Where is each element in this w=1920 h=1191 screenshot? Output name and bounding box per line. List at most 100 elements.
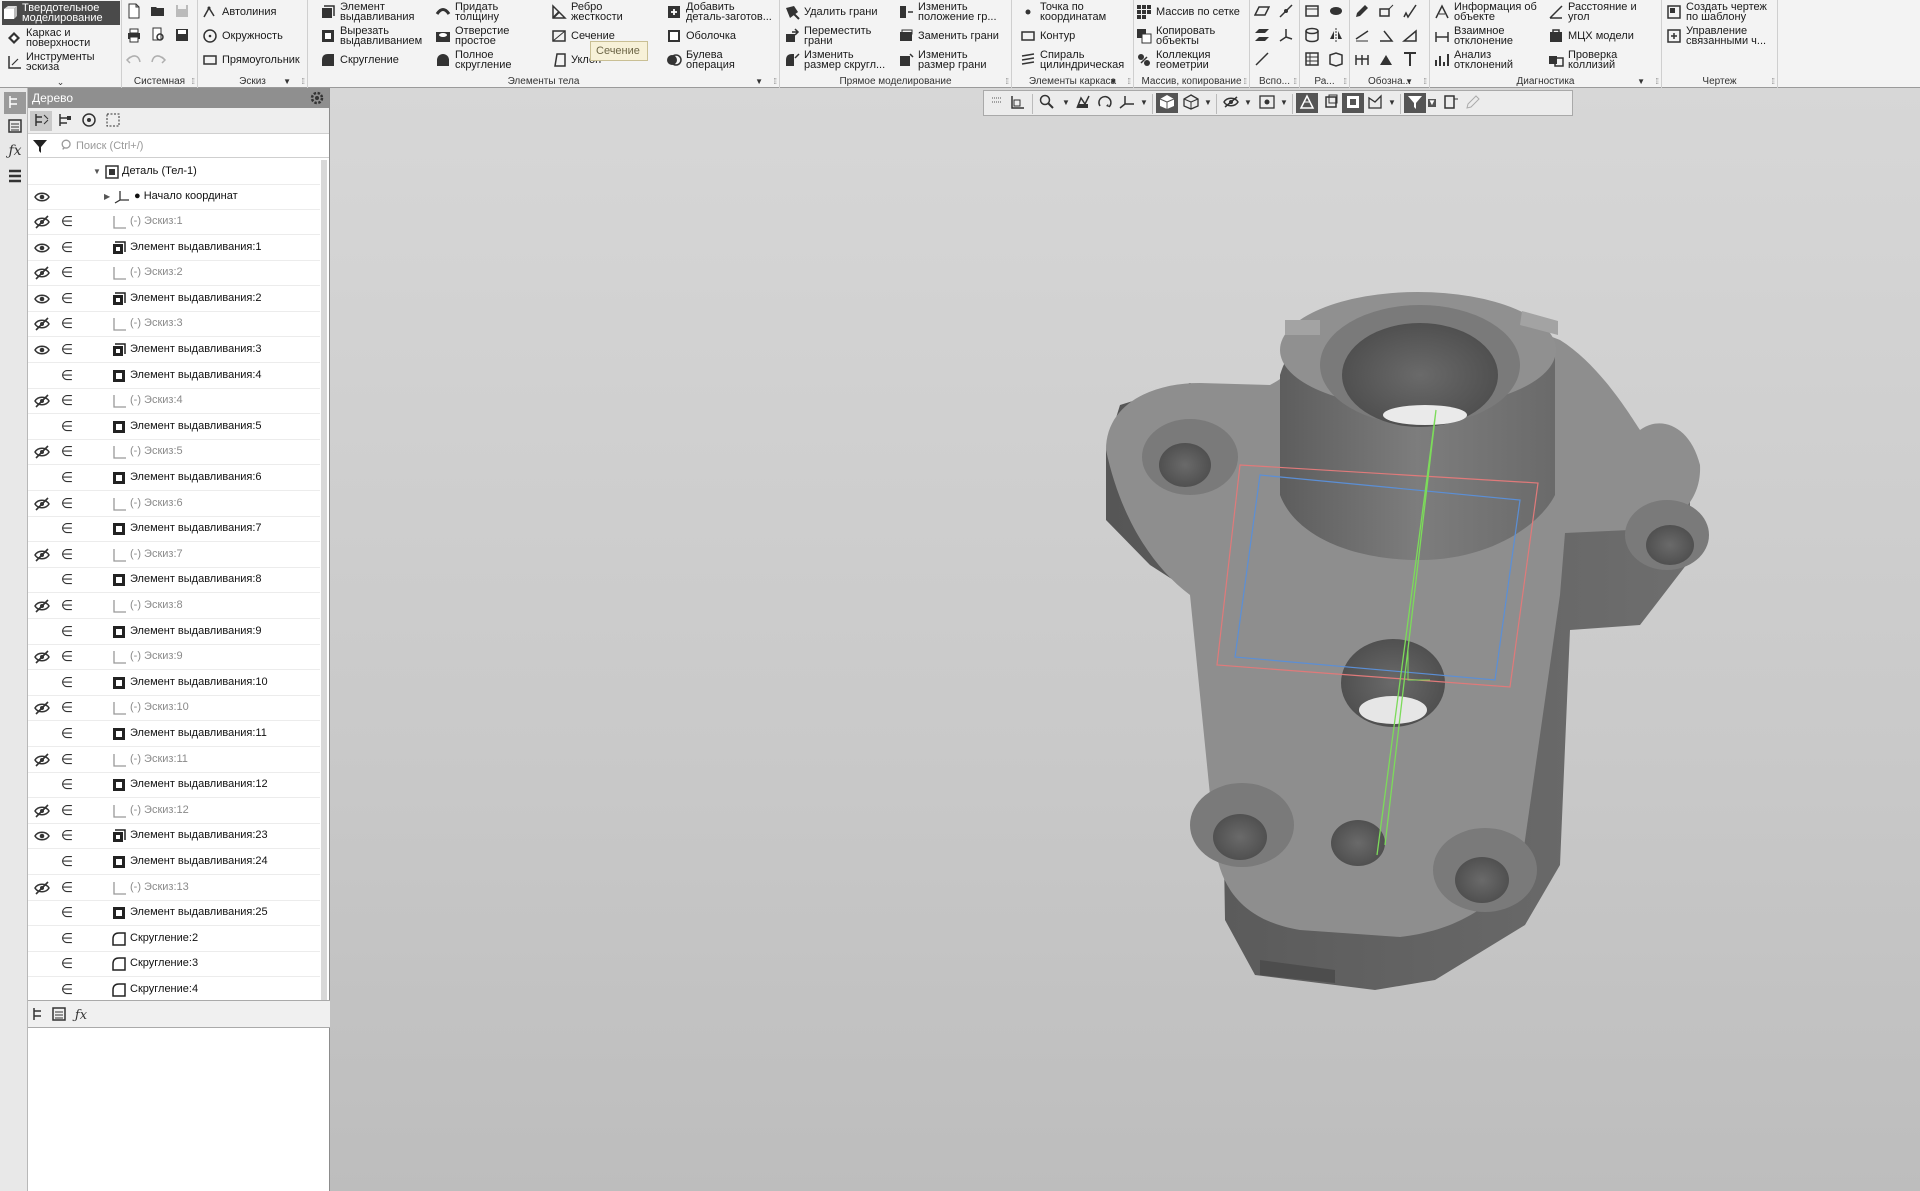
include-element-icon[interactable]: ∈ (60, 240, 74, 256)
include-element-icon[interactable]: ∈ (60, 854, 74, 870)
ra-sketch-button[interactable] (1302, 2, 1322, 22)
tree-item-row[interactable]: ∈ Элемент выдавливания:6 (28, 466, 320, 491)
tree-filter-button[interactable] (102, 111, 124, 131)
save-as-button[interactable] (172, 26, 192, 46)
tree-item-row[interactable]: ∈ Элемент выдавливания:10 (28, 671, 320, 696)
zoom-button[interactable] (1036, 93, 1058, 113)
tree-panel-toggle[interactable] (4, 92, 26, 114)
include-element-icon[interactable]: ∈ (60, 393, 74, 409)
notation-slope-button[interactable] (1400, 26, 1420, 46)
redo-button[interactable] (148, 50, 168, 70)
ra-cylinder-button[interactable] (1302, 26, 1322, 46)
eye-hidden-icon[interactable] (34, 599, 50, 613)
delete-faces-button[interactable]: Удалить грани (784, 0, 878, 24)
tree-search-input[interactable] (76, 136, 316, 156)
tree-links-button[interactable] (78, 111, 100, 131)
cylindrical-spiral-button[interactable]: Спираль цилиндрическая (1020, 48, 1124, 72)
bottom-tab-variables[interactable]: ƒx (72, 1006, 90, 1024)
eye-hidden-icon[interactable] (34, 650, 50, 664)
resize-fillet-button[interactable]: Изменить размер скругл... (784, 48, 885, 72)
open-file-button[interactable] (148, 2, 168, 22)
shaded-view-button[interactable] (1156, 93, 1178, 113)
include-element-icon[interactable]: ∈ (60, 828, 74, 844)
mode-wireframe-button[interactable]: Каркас и поверхности (6, 26, 90, 50)
point-by-coordinates-button[interactable]: Точка по координатам (1020, 0, 1106, 24)
include-element-icon[interactable]: ∈ (60, 931, 74, 947)
notation-angle-button[interactable] (1376, 26, 1396, 46)
save-file-button[interactable] (172, 2, 192, 22)
cut-extrude-button[interactable]: Вырезать выдавливанием (320, 24, 422, 48)
filter-dropdown-icon[interactable]: ▼ (1428, 99, 1436, 107)
extrude-element-button[interactable]: Элемент выдавливания (320, 0, 414, 24)
shell-button[interactable]: Оболочка (666, 24, 736, 48)
grid-array-button[interactable]: Массив по сетке (1136, 0, 1240, 24)
notation-chain-button[interactable] (1352, 50, 1372, 70)
autoline-button[interactable]: Автолиния (202, 0, 276, 24)
tree-item-row[interactable]: ∈ Элемент выдавливания:9 (28, 620, 320, 645)
tree-item-row[interactable]: ∈ Скругление:2 (28, 927, 320, 952)
include-element-icon[interactable]: ∈ (60, 777, 74, 793)
tree-item-row[interactable]: ∈ Элемент выдавливания:12 (28, 773, 320, 799)
tree-history-button[interactable] (54, 111, 76, 131)
eye-hidden-icon[interactable] (34, 266, 50, 280)
tree-item-row[interactable]: ∈ Элемент выдавливания:4 (28, 364, 320, 389)
distance-angle-button[interactable]: Расстояние и угол (1548, 0, 1637, 24)
collision-check-button[interactable]: Проверка коллизий (1548, 48, 1617, 72)
properties-panel-toggle[interactable] (4, 116, 26, 138)
eye-hidden-icon[interactable] (34, 497, 50, 511)
simple-hole-button[interactable]: Отверстие простое (435, 24, 509, 48)
thicken-button[interactable]: Придать толщину (435, 0, 499, 24)
deviation-analysis-button[interactable]: Анализ отклонений (1434, 48, 1513, 72)
notation-edit-button[interactable] (1352, 2, 1372, 22)
filter-icon[interactable] (32, 138, 48, 154)
tree-item-row[interactable]: ∈ (-) Эскиз:3 (28, 312, 320, 338)
ra-mirror-button[interactable] (1326, 26, 1346, 46)
eye-hidden-icon[interactable] (34, 753, 50, 767)
tree-item-row[interactable]: ∈ Элемент выдавливания:3 (28, 338, 320, 363)
bottom-tab-tree[interactable] (30, 1006, 48, 1024)
eye-hidden-icon[interactable] (34, 881, 50, 895)
show-button[interactable] (1256, 93, 1278, 113)
3d-part-model[interactable] (1090, 265, 1790, 1005)
eye-visible-icon[interactable] (34, 829, 50, 843)
object-info-button[interactable]: Информация об объекте (1434, 0, 1537, 24)
eye-hidden-icon[interactable] (34, 215, 50, 229)
eye-hidden-icon[interactable] (34, 804, 50, 818)
tree-structure-button[interactable] (30, 111, 52, 131)
scene-dropdown-icon[interactable]: ▼ (1388, 99, 1396, 107)
eye-hidden-icon[interactable] (34, 394, 50, 408)
gear-icon[interactable] (309, 90, 325, 106)
include-element-icon[interactable]: ∈ (60, 572, 74, 588)
include-element-icon[interactable]: ∈ (60, 752, 74, 768)
ribbon-mode-collapse[interactable]: ⌄ (0, 76, 121, 88)
notation-roughness-button[interactable] (1400, 2, 1420, 22)
section-view-button[interactable] (1320, 93, 1342, 113)
notation-dimension-button[interactable] (1352, 26, 1372, 46)
tree-item-row[interactable]: ∈ Элемент выдавливания:8 (28, 568, 320, 594)
include-element-icon[interactable]: ∈ (60, 675, 74, 691)
include-element-icon[interactable]: ∈ (60, 214, 74, 230)
rectangle-button[interactable]: Прямоугольник (202, 48, 300, 72)
ra-table-button[interactable] (1302, 50, 1322, 70)
pan-button[interactable] (1072, 93, 1094, 113)
tree-item-row[interactable]: ∈ (-) Эскиз:1 (28, 210, 320, 235)
include-element-icon[interactable]: ∈ (60, 265, 74, 281)
undo-button[interactable] (124, 50, 144, 70)
move-faces-button[interactable]: Переместить грани (784, 24, 871, 48)
include-element-icon[interactable]: ∈ (60, 496, 74, 512)
print-button[interactable] (124, 26, 144, 46)
tree-item-row[interactable]: ∈ (-) Эскиз:11 (28, 748, 320, 773)
change-face-position-button[interactable]: Изменить положение гр... (898, 0, 997, 24)
layers-panel-toggle[interactable] (4, 166, 26, 188)
manage-linked-drawings-button[interactable]: Управление связанными ч... (1666, 24, 1766, 48)
include-element-icon[interactable]: ∈ (60, 803, 74, 819)
tree-item-row[interactable]: ∈ Элемент выдавливания:23 (28, 824, 320, 850)
geometry-collection-button[interactable]: Коллекция геометрии (1136, 48, 1210, 72)
notation-base-button[interactable] (1376, 50, 1396, 70)
tree-item-row[interactable]: ∈ (-) Эскиз:9 (28, 645, 320, 671)
axis-dropdown-icon[interactable]: ▼ (1140, 99, 1148, 107)
tree-item-row[interactable]: ∈ Элемент выдавливания:11 (28, 722, 320, 747)
view-orientation-button[interactable] (1006, 93, 1028, 113)
tree-item-row[interactable]: ∈ (-) Эскиз:10 (28, 696, 320, 722)
eye-visible-icon[interactable] (34, 343, 50, 357)
